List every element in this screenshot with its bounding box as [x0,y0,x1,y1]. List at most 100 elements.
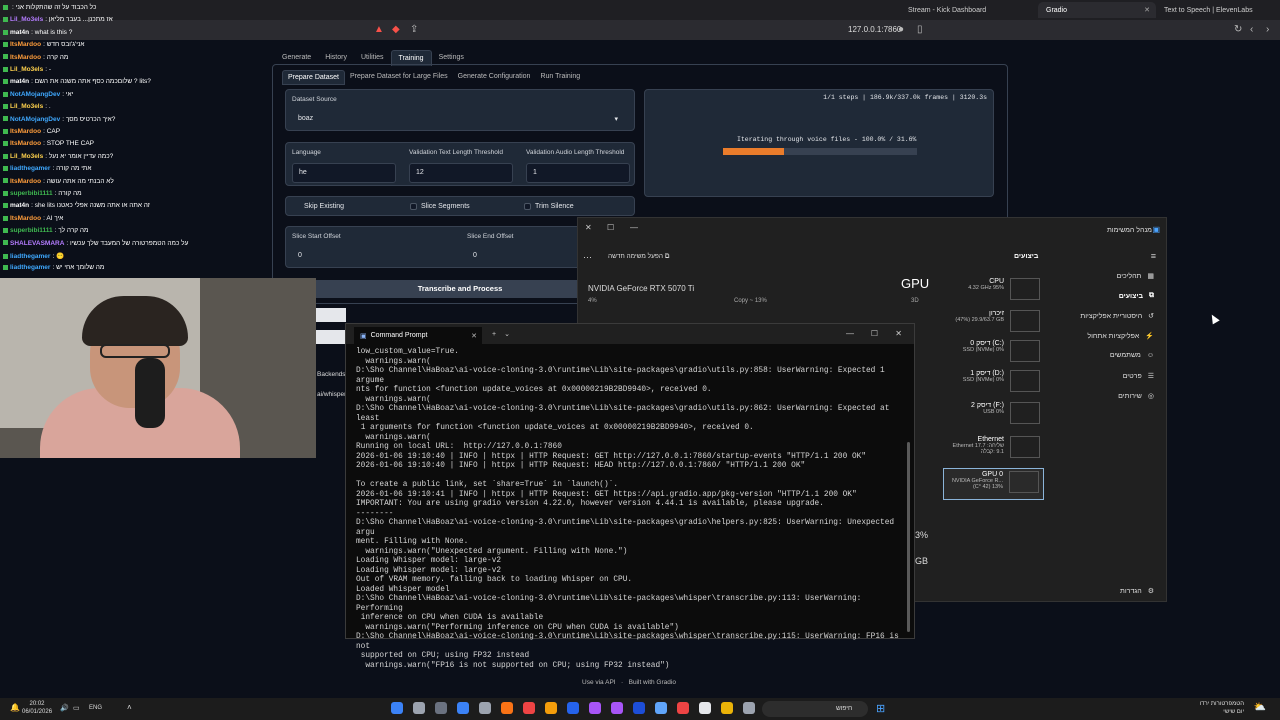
files-app-icon[interactable] [545,702,557,714]
sidebar-item-1[interactable]: ביצועים ⧉ [1119,292,1154,300]
forward-icon[interactable]: › [1266,24,1269,35]
minimize-icon[interactable]: — [630,223,638,232]
app-icon[interactable] [391,702,403,714]
discord-icon[interactable] [633,702,645,714]
windows-start-icon[interactable]: ⊞ [876,702,888,715]
more-icon[interactable]: ··· [583,252,592,262]
dataset-source-select[interactable]: boaz ▾ [292,110,628,127]
scrollbar[interactable] [907,442,910,632]
chevron-down-icon[interactable]: ⌄ [504,330,510,338]
perf-card-1[interactable]: זיכרון (47%) 29.9/63.7 GB [944,308,1044,338]
val-text-input[interactable]: 12 [409,163,513,183]
weather-widget[interactable]: הטמפרטורות ירדו יום שישי [1200,700,1244,716]
close-icon[interactable]: ✕ [1144,6,1150,14]
val-audio-input[interactable]: 1 [526,163,630,183]
folder-icon[interactable] [721,702,733,714]
record-icon[interactable]: ● [898,24,904,35]
chat-app-icon[interactable] [413,702,425,714]
chat-username[interactable]: mat4n [10,29,29,36]
minimize-icon[interactable]: — [846,329,854,338]
hamburger-icon[interactable]: ≡ [1151,251,1156,261]
chat-username[interactable]: Lil_Mo3els [10,153,43,160]
warning-icon[interactable]: ▲ [374,24,384,35]
chat-username[interactable]: liadthegamer [10,165,50,172]
tab-prepare-large[interactable]: Prepare Dataset for Large Files [345,70,453,85]
use-via-api-link[interactable]: Use via API [582,679,616,686]
taskbar-search[interactable]: חיפוש [762,701,868,717]
new-task-button[interactable]: הפעל משימה חדשה ⧉ [608,253,669,261]
new-tab-icon[interactable]: + [492,331,496,338]
sidebar-item-3[interactable]: אפליקציות אתחול ⚡ [1087,332,1154,341]
extension-icon[interactable]: ◆ [392,24,400,35]
media-app-icon[interactable] [501,702,513,714]
sidebar-item-6[interactable]: שירותים ◎ [1118,392,1154,401]
chat-username[interactable]: Lil_Mo3els [10,16,43,23]
clock[interactable]: 20:02 06/01/2026 [22,700,52,716]
chat-username[interactable]: ItsMardoo [10,215,41,222]
skip-existing-checkbox[interactable]: Skip Existing [304,203,344,210]
perf-card-5[interactable]: Ethernet Ethernet 17.7 :שליחה 9.1 :קבלה [944,434,1044,464]
chat-username[interactable]: Lil_Mo3els [10,103,43,110]
network-icon[interactable]: ▭ [73,704,80,712]
tab-elevenlabs[interactable]: Text to Speech | ElevenLabs [1156,2,1280,18]
notes-icon[interactable] [699,702,711,714]
chrome-icon[interactable] [523,702,535,714]
reload-icon[interactable]: ↻ [1234,24,1242,35]
perf-card-2[interactable]: דיסק 0 (C:) SSD (NVMe) 0% [944,338,1044,368]
sidebar-item-4[interactable]: משתמשים ☺ [1110,352,1154,359]
close-icon[interactable]: ✕ [895,329,902,338]
perf-card-6[interactable]: GPU 0 NVIDIA GeForce R... (C° 42) 13% [943,468,1044,500]
maximize-icon[interactable]: ☐ [607,223,614,232]
chat-username[interactable]: NotAMojangDev [10,116,60,123]
chat-username[interactable]: Lil_Mo3els [10,66,43,73]
maximize-icon[interactable]: ☐ [871,329,878,338]
chat-username[interactable]: superbibi1111 [10,227,53,234]
chat-username[interactable]: ItsMardoo [10,140,41,147]
tab-generate-config[interactable]: Generate Configuration [453,70,536,85]
vscode-icon[interactable] [457,702,469,714]
brave-icon[interactable] [677,702,689,714]
chevron-up-icon[interactable]: ˄ [127,703,132,712]
close-icon[interactable]: ✕ [585,223,592,232]
weather-icon[interactable]: ⛅ [1254,702,1266,713]
volume-icon[interactable]: 🔊 [60,704,69,712]
tab-kick-dashboard[interactable]: Stream - Kick Dashboard [900,2,1020,18]
perf-card-3[interactable]: דיסק 1 (D:) SSD (NVMe) 0% [944,368,1044,398]
chat-username[interactable]: NotAMojangDev [10,91,60,98]
terminal-app-icon[interactable] [479,702,491,714]
explorer-icon[interactable] [655,702,667,714]
photoshop-icon[interactable] [567,702,579,714]
chat-username[interactable]: ItsMardoo [10,54,41,61]
chat-username[interactable]: ItsMardoo [10,178,41,185]
perf-card-0[interactable]: CPU 4.32 GHz 95% [944,276,1044,306]
sidebar-item-2[interactable]: היסטוריית אפליקציות ↺ [1080,312,1154,321]
sidebar-item-settings[interactable]: הגדרות ⚙ [1120,587,1154,596]
close-icon[interactable]: ✕ [471,332,477,340]
chat-username[interactable]: superbibi1111 [10,190,53,197]
browser-app-icon[interactable] [435,702,447,714]
premiere-icon[interactable] [611,702,623,714]
share-icon[interactable]: ⇪ [410,24,418,35]
chat-username[interactable]: ItsMardoo [10,41,41,48]
after-effects-icon[interactable] [589,702,601,714]
back-icon[interactable]: ‹ [1250,24,1253,35]
chat-username[interactable]: ItsMardoo [10,128,41,135]
settings-app-icon[interactable] [743,702,755,714]
language-indicator[interactable]: ENG [89,705,102,711]
slice-segments-checkbox[interactable]: Slice Segments [410,203,470,210]
slice-start-input[interactable]: 0 [292,247,456,265]
url-field[interactable]: 127.0.0.1:7860 [848,25,901,34]
notification-icon[interactable]: 🔔 [10,703,20,712]
sidebar-item-0[interactable]: תהליכים ▦ [1117,272,1154,281]
perf-card-4[interactable]: דיסק 2 (F:) USB 0% [944,400,1044,430]
cmd-tab[interactable]: ▣ Command Prompt ✕ [354,327,482,344]
chat-username[interactable]: SHALEVASMARA [10,240,64,247]
chat-username[interactable]: mat4n [10,202,29,209]
chat-username[interactable]: mat4n [10,78,29,85]
chat-username[interactable]: liadthegamer [10,264,50,271]
sidebar-item-5[interactable]: פרטים ☰ [1123,372,1154,381]
tab-gradio[interactable]: Gradio ✕ [1038,2,1156,18]
language-input[interactable]: he [292,163,396,183]
built-with-gradio-link[interactable]: Built with Gradio [629,679,676,686]
tab-run-training[interactable]: Run Training [535,70,585,85]
